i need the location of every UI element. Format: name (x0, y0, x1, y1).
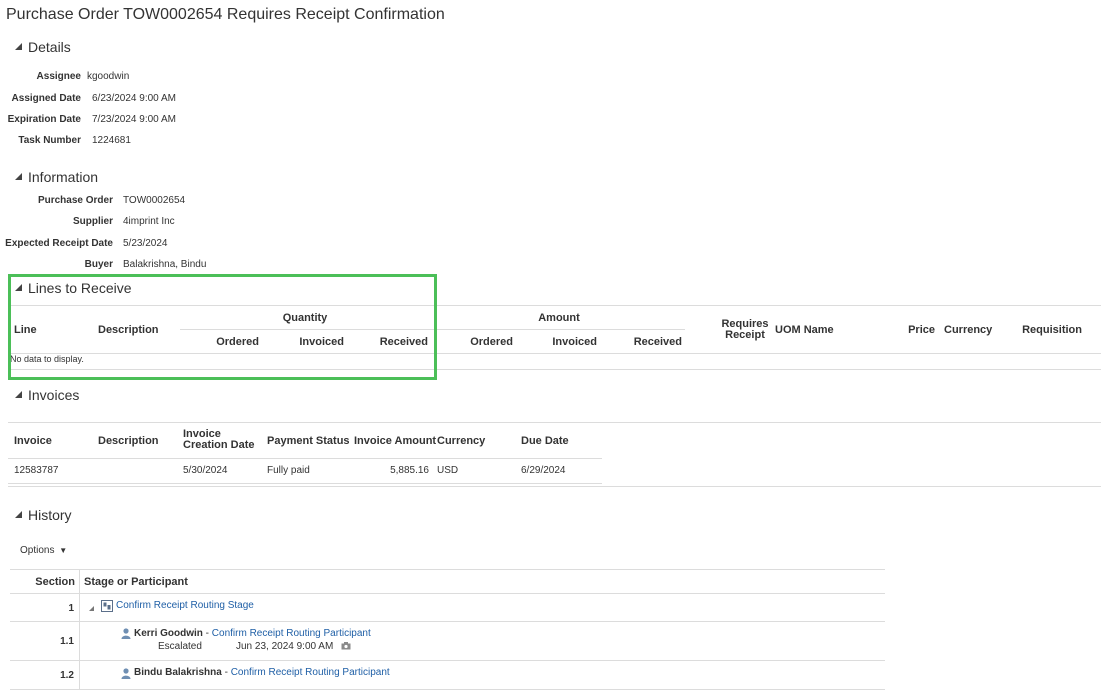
options-menu[interactable]: Options ▼ (20, 545, 67, 556)
col-stage-or-participant[interactable]: Stage or Participant (84, 576, 188, 588)
col-creation-date-line2: Creation Date (183, 439, 255, 451)
col-invoice-creation-date[interactable]: Invoice Creation Date (183, 429, 255, 451)
supplier-value: 4imprint Inc (123, 216, 175, 227)
history-header-border (10, 593, 885, 594)
history-bottom-border (10, 689, 885, 690)
history-section-1-2: 1.2 (60, 670, 74, 681)
invoice-creation-date-cell: 5/30/2024 (183, 465, 228, 476)
information-header[interactable]: Information (28, 169, 98, 185)
history-participant-row-1: Kerri Goodwin - Confirm Receipt Routing … (134, 628, 371, 639)
col-amt-invoiced[interactable]: Invoiced (518, 336, 597, 348)
supplier-label: Supplier (72, 216, 113, 227)
assignee-label: Assignee (36, 71, 81, 82)
col-invoice-amount[interactable]: Invoice Amount (354, 435, 436, 447)
col-section[interactable]: Section (10, 576, 75, 588)
stage-icon (101, 600, 113, 612)
participant-name: Kerri Goodwin (134, 628, 203, 639)
person-icon (121, 628, 131, 639)
col-invoice-description[interactable]: Description (98, 435, 159, 447)
col-uom-name[interactable]: UOM Name (775, 324, 834, 336)
col-price[interactable]: Price (880, 324, 935, 336)
payment-status-cell: Fully paid (267, 465, 310, 476)
confirm-receipt-routing-participant-link[interactable]: Confirm Receipt Routing Participant (231, 667, 390, 678)
purchase-order-label: Purchase Order (37, 195, 113, 206)
col-invoice-currency[interactable]: Currency (437, 435, 485, 447)
collapse-triangle-icon[interactable] (15, 43, 22, 50)
options-label: Options (20, 545, 55, 556)
separator: - (221, 667, 231, 678)
col-requires-receipt-line2: Receipt (725, 329, 765, 341)
col-payment-status[interactable]: Payment Status (267, 435, 350, 447)
details-header[interactable]: Details (28, 39, 71, 55)
invoices-header-border (8, 458, 602, 459)
invoices-top-border (8, 422, 1101, 423)
assignee-value: kgoodwin (87, 71, 130, 82)
collapse-triangle-icon[interactable] (15, 391, 22, 398)
history-column-divider (79, 569, 80, 690)
col-due-date[interactable]: Due Date (521, 435, 569, 447)
separator: - (202, 628, 212, 639)
collapse-triangle-icon[interactable] (15, 511, 22, 518)
expected-receipt-date-value: 5/23/2024 (123, 238, 168, 249)
confirm-receipt-routing-stage-link[interactable]: Confirm Receipt Routing Stage (116, 600, 254, 611)
dropdown-arrow-icon: ▼ (59, 546, 68, 555)
invoice-currency-cell: USD (437, 465, 459, 476)
invoices-bottom-border (8, 486, 1101, 487)
invoices-header[interactable]: Invoices (28, 387, 79, 403)
expected-receipt-date-label: Expected Receipt Date (5, 238, 113, 249)
history-section-1: 1 (68, 603, 74, 614)
col-requires-receipt[interactable]: Requires Receipt (718, 319, 772, 341)
participant-name: Bindu Balakrishna (134, 667, 222, 678)
lines-to-receive-highlight (8, 274, 437, 380)
history-row-border (10, 660, 885, 661)
history-header[interactable]: History (28, 507, 72, 523)
assigned-date-label: Assigned Date (11, 93, 81, 104)
collapse-triangle-icon[interactable] (89, 606, 94, 611)
history-participant-row-2: Bindu Balakrishna - Confirm Receipt Rout… (134, 667, 390, 678)
col-amt-ordered[interactable]: Ordered (434, 336, 513, 348)
col-currency[interactable]: Currency (944, 324, 992, 336)
invoices-row-border (8, 483, 602, 484)
col-requisition[interactable]: Requisition (1010, 324, 1082, 336)
assigned-date-value: 6/23/2024 9:00 AM (92, 93, 176, 104)
col-amt-received[interactable]: Received (602, 336, 682, 348)
history-row-border (10, 621, 885, 622)
purchase-order-value: TOW0002654 (123, 195, 186, 206)
invoice-number-cell: 12583787 (14, 465, 59, 476)
collapse-triangle-icon[interactable] (15, 173, 22, 180)
task-number-label: Task Number (18, 135, 81, 146)
invoice-amount-cell: 5,885.16 (390, 465, 429, 476)
history-top-border (10, 569, 885, 570)
task-number-value: 1224681 (92, 135, 131, 146)
amount-group-header: Amount (538, 312, 580, 324)
buyer-label: Buyer (84, 259, 113, 270)
col-invoice[interactable]: Invoice (14, 435, 52, 447)
participant-status: Escalated (158, 641, 202, 652)
expiration-date-label: Expiration Date (7, 114, 81, 125)
page-title: Purchase Order TOW0002654 Requires Recei… (6, 6, 445, 23)
participant-date: Jun 23, 2024 9:00 AM (236, 641, 334, 652)
camera-icon[interactable] (341, 642, 351, 650)
expiration-date-value: 7/23/2024 9:00 AM (92, 114, 176, 125)
history-section-1-1: 1.1 (60, 636, 74, 647)
confirm-receipt-routing-participant-link[interactable]: Confirm Receipt Routing Participant (212, 628, 371, 639)
buyer-value: Balakrishna, Bindu (123, 259, 207, 270)
due-date-cell: 6/29/2024 (521, 465, 566, 476)
person-icon (121, 668, 131, 679)
